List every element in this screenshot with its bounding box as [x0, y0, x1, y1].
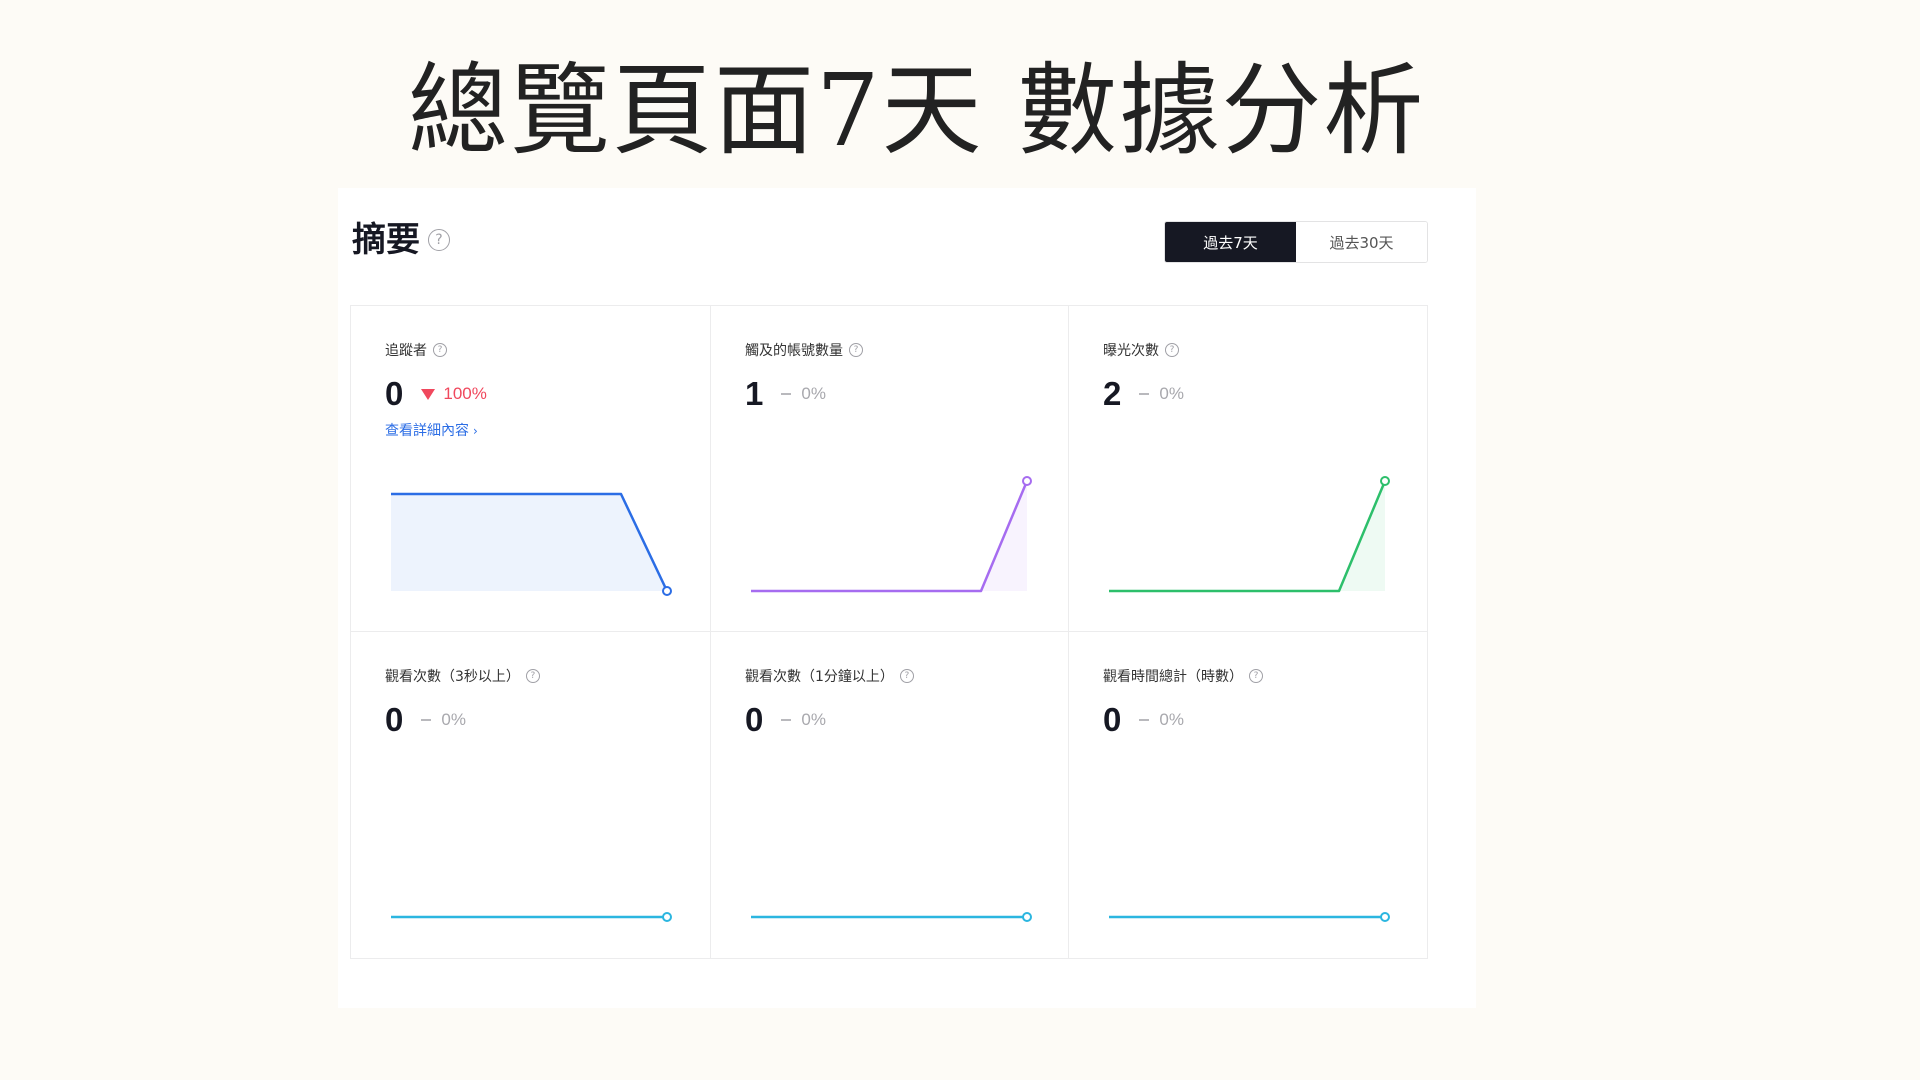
sparkline-end-marker [1380, 476, 1390, 486]
metric-change: 0% [441, 710, 466, 729]
metric-card-accounts-reached: 觸及的帳號數量 ? 1 0% [711, 306, 1069, 632]
range-7-days-button[interactable]: 過去7天 [1165, 222, 1296, 262]
metric-value: 0 [385, 375, 404, 412]
help-icon[interactable]: ? [849, 343, 863, 357]
metric-label: 追蹤者 ? [385, 340, 447, 360]
metric-value: 0 [1103, 701, 1122, 738]
sparkline-end-marker [1022, 476, 1032, 486]
trend-flat-icon [781, 719, 792, 721]
metric-card-followers: 追蹤者 ? 0 100% 查看詳細內容 › [351, 306, 711, 632]
help-icon[interactable]: ? [899, 669, 914, 683]
chevron-right-icon: › [473, 424, 478, 438]
sparkline-line [391, 492, 669, 592]
help-icon[interactable]: ? [433, 343, 447, 357]
metric-label: 觸及的帳號數量 ? [745, 340, 863, 360]
metrics-grid: 追蹤者 ? 0 100% 查看詳細內容 › 觸及的帳號數量 ? 1 0% 曝光次… [350, 305, 1428, 959]
summary-panel: 摘要 ? 過去7天 過去30天 追蹤者 ? 0 100% 查看詳細內容 › 觸及… [338, 188, 1476, 1008]
sparkline-area [391, 494, 667, 591]
metric-card-views-3s: 觀看次數（3秒以上） ? 0 0% [351, 632, 711, 958]
help-icon[interactable]: ? [1165, 343, 1179, 357]
sparkline-end-marker [662, 912, 672, 922]
trend-flat-icon [781, 393, 792, 395]
date-range-toggle: 過去7天 過去30天 [1164, 221, 1428, 263]
help-icon[interactable]: ? [1249, 669, 1263, 683]
trend-down-icon [421, 388, 436, 400]
metric-value-row: 1 0% [745, 374, 826, 414]
metric-card-views-1min: 觀看次數（1分鐘以上） ? 0 0% [711, 632, 1069, 958]
sparkline-area [1109, 481, 1385, 591]
trend-flat-icon [421, 719, 432, 721]
metric-change: 0% [1159, 384, 1184, 403]
sparkline-end-marker [1022, 912, 1032, 922]
metric-label: 曝光次數 ? [1103, 340, 1179, 360]
metric-change: 0% [801, 710, 826, 729]
metric-change: 0% [1159, 710, 1184, 729]
metric-change: 100% [443, 384, 487, 403]
metric-value-row: 0 0% [1103, 700, 1184, 740]
help-icon[interactable]: ? [525, 669, 540, 683]
sparkline-end-marker [1380, 912, 1390, 922]
metric-value: 2 [1103, 375, 1122, 412]
metric-label: 觀看時間總計（時數） ? [1103, 666, 1263, 686]
metric-value-row: 0 0% [385, 700, 466, 740]
metric-card-impressions: 曝光次數 ? 2 0% [1069, 306, 1427, 632]
metric-card-total-watch-time: 觀看時間總計（時數） ? 0 0% [1069, 632, 1427, 958]
sparkline-area [751, 481, 1027, 591]
range-30-days-button[interactable]: 過去30天 [1296, 222, 1427, 262]
metric-label: 觀看次數（3秒以上） ? [385, 666, 540, 686]
metric-value-row: 0 100% [385, 374, 487, 414]
slide-title: 總覽頁面7天 數據分析 [408, 52, 1426, 169]
trend-flat-icon [1139, 719, 1150, 721]
help-icon[interactable]: ? [428, 229, 450, 251]
metric-label: 觀看次數（1分鐘以上） ? [745, 666, 914, 686]
summary-title: 摘要 [352, 220, 420, 260]
metric-value-row: 0 0% [745, 700, 826, 740]
sparkline-end-marker [662, 586, 672, 596]
view-details-link[interactable]: 查看詳細內容 › [385, 420, 478, 440]
metric-value-row: 2 0% [1103, 374, 1184, 414]
metric-value: 1 [745, 375, 764, 412]
metric-value: 0 [745, 701, 764, 738]
summary-heading: 摘要 ? [352, 220, 450, 260]
trend-flat-icon [1139, 393, 1150, 395]
sparkline-line [751, 480, 1029, 593]
sparkline-line [1109, 480, 1387, 593]
metric-value: 0 [385, 701, 404, 738]
metric-change: 0% [801, 384, 826, 403]
